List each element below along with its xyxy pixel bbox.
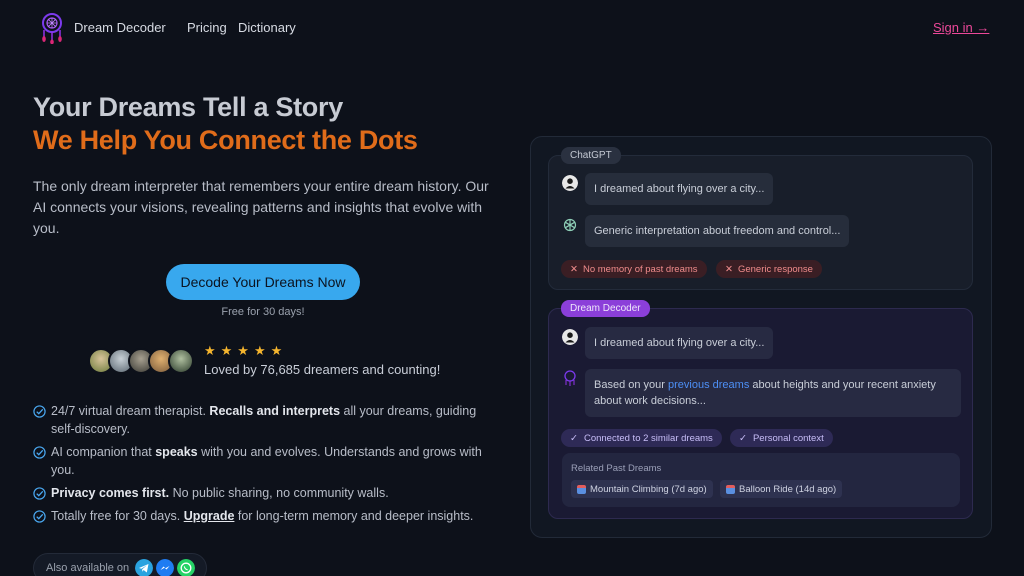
con-badge: ✕ No memory of past dreams — [561, 260, 707, 278]
x-icon: ✕ — [725, 263, 733, 275]
con-badge: ✕ Generic response — [716, 260, 822, 278]
con-label: Generic response — [737, 263, 813, 275]
related-dream-chip[interactable]: Mountain Climbing (7d ago) — [571, 480, 713, 498]
user-avatars — [88, 348, 198, 376]
dd-user-message: I dreamed about flying over a city... — [585, 327, 774, 359]
user-avatar-icon — [562, 329, 578, 345]
dreamcatcher-logo-icon[interactable] — [38, 12, 66, 44]
feature-bold: Recalls and interprets — [209, 404, 341, 418]
brand-name[interactable]: Dream Decoder — [74, 20, 166, 35]
check-icon: ✓ — [739, 432, 747, 444]
feature-text: for long-term memory and deeper insights… — [234, 509, 474, 523]
calendar-icon — [726, 484, 735, 494]
nav-dictionary[interactable]: Dictionary — [238, 20, 296, 35]
calendar-icon — [577, 484, 586, 494]
feature-item: Totally free for 30 days. Upgrade for lo… — [33, 507, 503, 525]
related-dream-label: Balloon Ride (14d ago) — [739, 483, 837, 495]
feature-item: 24/7 virtual dream therapist. Recalls an… — [33, 402, 503, 438]
top-nav: Dream Decoder Pricing Dictionary Sign in… — [0, 0, 1024, 56]
feature-text: No public sharing, no community walls. — [169, 486, 389, 500]
avatar — [168, 348, 194, 374]
related-dream-chip[interactable]: Balloon Ride (14d ago) — [720, 480, 843, 498]
social-proof-text: Loved by 76,685 dreamers and counting! — [204, 362, 441, 377]
feature-bold: Privacy comes first. — [51, 486, 170, 500]
check-circle-icon — [33, 510, 46, 523]
whatsapp-icon[interactable] — [177, 559, 195, 576]
related-past-dreams: Related Past Dreams Mountain Climbing (7… — [562, 453, 960, 507]
hero-title-line2: We Help You Connect the Dots — [33, 125, 418, 155]
feature-item: Privacy comes first. No public sharing, … — [33, 484, 503, 502]
telegram-icon[interactable] — [135, 559, 153, 576]
pro-badge: ✓ Personal context — [730, 429, 833, 447]
x-icon: ✕ — [570, 263, 578, 275]
related-dream-label: Mountain Climbing (7d ago) — [590, 483, 707, 495]
feature-list: 24/7 virtual dream therapist. Recalls an… — [33, 402, 503, 530]
dd-bot-message: Based on your previous dreams about heig… — [585, 369, 961, 417]
previous-dreams-link[interactable]: previous dreams — [668, 379, 749, 391]
dd-bot-text: Based on your — [594, 379, 668, 391]
chatgpt-user-message: I dreamed about flying over a city... — [585, 173, 774, 205]
feature-item: AI companion that speaks with you and ev… — [33, 443, 503, 479]
also-available-label: Also available on — [46, 562, 130, 574]
also-available-bar: Also available on — [33, 553, 207, 576]
hero-description: The only dream interpreter that remember… — [33, 178, 489, 236]
check-circle-icon — [33, 487, 46, 500]
rating-stars: ★★★★★ — [204, 343, 288, 358]
openai-icon — [563, 218, 577, 232]
check-icon: ✓ — [570, 432, 578, 444]
feature-text: Totally free for 30 days. — [51, 509, 184, 523]
user-avatar-icon — [562, 175, 578, 191]
upgrade-link[interactable]: Upgrade — [184, 509, 235, 523]
pro-badge: ✓ Connected to 2 similar dreams — [561, 429, 722, 447]
hero-title-line1: Your Dreams Tell a Story — [33, 92, 343, 122]
decode-dreams-button[interactable]: Decode Your Dreams Now — [166, 264, 360, 300]
dreamcatcher-icon — [564, 370, 576, 386]
pro-label: Connected to 2 similar dreams — [583, 432, 713, 444]
chatgpt-tag: ChatGPT — [561, 147, 621, 164]
free-trial-note: Free for 30 days! — [221, 306, 305, 318]
feature-text: AI companion that — [51, 445, 156, 459]
sign-in-link[interactable]: Sign in → — [933, 20, 989, 35]
feature-bold: speaks — [155, 445, 198, 459]
check-circle-icon — [33, 405, 46, 418]
pro-label: Personal context — [752, 432, 824, 444]
related-label: Related Past Dreams — [571, 463, 662, 474]
con-label: No memory of past dreams — [582, 263, 698, 275]
dream-decoder-tag: Dream Decoder — [561, 300, 650, 317]
nav-pricing[interactable]: Pricing — [187, 20, 227, 35]
feature-text: 24/7 virtual dream therapist. — [51, 404, 210, 418]
check-circle-icon — [33, 446, 46, 459]
chatgpt-bot-message: Generic interpretation about freedom and… — [585, 215, 850, 247]
messenger-icon[interactable] — [156, 559, 174, 576]
